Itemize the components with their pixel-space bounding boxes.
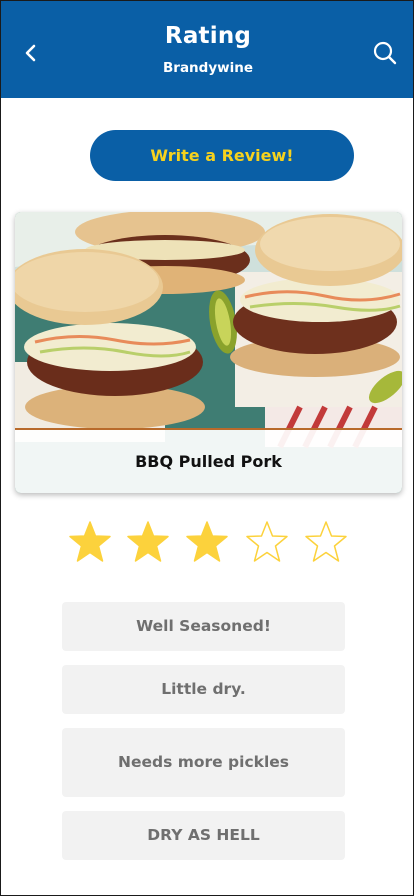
star-4-empty-icon[interactable] [244,519,290,565]
screen: Rating Brandywine Write a Review! BBQ Pu… [0,0,414,896]
dish-name: BBQ Pulled Pork [15,428,402,493]
write-review-button[interactable]: Write a Review! [90,130,354,181]
search-button[interactable] [371,39,399,67]
star-rating[interactable] [67,519,352,565]
quick-review-option[interactable]: Needs more pickles [62,728,345,797]
star-5-empty-icon[interactable] [303,519,349,565]
location-subtitle: Brandywine [163,60,253,76]
quick-review-option[interactable]: Little dry. [62,665,345,714]
search-icon [373,41,397,65]
page-title: Rating [164,23,252,49]
quick-review-option[interactable]: Well Seasoned! [62,602,345,651]
star-1-filled-icon[interactable] [67,519,113,565]
quick-review-option[interactable]: DRY AS HELL [62,811,345,860]
app-header: Rating Brandywine [1,1,413,98]
star-2-filled-icon[interactable] [125,519,171,565]
star-3-filled-icon[interactable] [184,519,230,565]
dish-card[interactable]: BBQ Pulled Pork [15,212,402,493]
